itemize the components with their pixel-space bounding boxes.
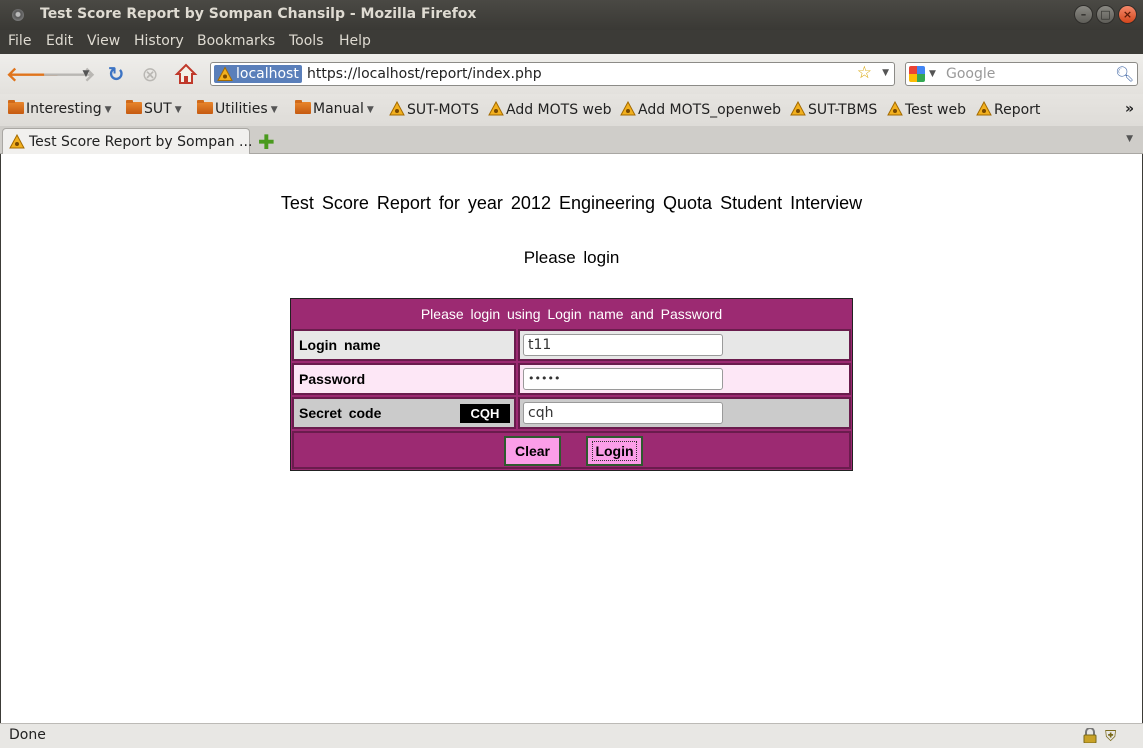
bookmark-star-icon[interactable]: ☆ (857, 63, 872, 83)
clear-button[interactable]: Clear (504, 436, 561, 466)
favicon-icon (9, 134, 25, 149)
login-button[interactable]: Login (586, 436, 643, 466)
stop-icon[interactable]: ⊗ (138, 62, 162, 86)
chevron-down-icon: ▼ (104, 105, 112, 115)
password-label: Password (292, 363, 516, 395)
form-button-row: Clear Login (292, 431, 851, 469)
chevron-down-icon: ▼ (366, 105, 374, 115)
bookmark-folder-manual[interactable]: Manual ▼ (295, 100, 374, 117)
search-engine-dropdown-icon[interactable]: ▼ (929, 69, 936, 79)
favicon-icon (790, 101, 806, 116)
search-bar[interactable]: ▼ Google 🔍︎ (905, 62, 1138, 86)
menu-edit[interactable]: Edit (46, 33, 73, 49)
secret-code-label-cell: Secret code CQH (292, 397, 516, 429)
secret-code-input[interactable]: cqh (523, 402, 723, 424)
page-title: Test Score Report for year 2012 Engineer… (280, 193, 863, 213)
favicon-icon (887, 101, 903, 116)
menu-bar: File Edit View History Bookmarks Tools H… (0, 30, 1143, 54)
history-dropdown-icon[interactable]: ▼ (74, 62, 98, 86)
bookmarks-overflow-icon[interactable]: » (1125, 101, 1134, 117)
favicon-icon (620, 101, 636, 116)
menu-view[interactable]: View (87, 33, 120, 49)
password-input[interactable]: ••••• (523, 368, 723, 390)
page-content: Test Score Report for year 2012 Engineer… (1, 154, 1142, 723)
site-identity-label: localhost (236, 66, 299, 82)
secret-code-label: Secret code (299, 405, 382, 421)
search-engine-icon[interactable] (909, 66, 925, 82)
bookmark-add-mots-openweb[interactable]: Add MOTS_openweb (620, 101, 781, 118)
window-menu-icon[interactable] (12, 9, 24, 21)
bookmark-folder-sut[interactable]: SUT ▼ (126, 100, 182, 117)
minimize-button[interactable]: – (1074, 5, 1093, 24)
close-button[interactable]: × (1118, 5, 1137, 24)
url-bar[interactable]: localhost https://localhost/report/index… (210, 62, 895, 86)
reload-icon[interactable]: ↻ (104, 62, 128, 86)
chevron-down-icon: ▼ (174, 105, 182, 115)
bookmark-folder-interesting[interactable]: Interesting ▼ (8, 100, 112, 117)
menu-history[interactable]: History (134, 33, 184, 49)
favicon-icon (976, 101, 992, 116)
folder-icon (126, 100, 142, 114)
login-form: Please login using Login name and Passwo… (290, 298, 853, 471)
folder-icon (197, 100, 213, 114)
tab-list-dropdown-icon[interactable]: ▼ (1126, 134, 1133, 144)
search-input[interactable]: Google (946, 66, 995, 82)
password-cell: ••••• (518, 363, 851, 395)
addon-shield-icon[interactable]: ⛨ (1105, 727, 1116, 745)
login-name-cell: t11 (518, 329, 851, 361)
favicon-icon (488, 101, 504, 116)
menu-help[interactable]: Help (339, 33, 371, 49)
tab-test-score-report[interactable]: Test Score Report by Sompan ... (2, 128, 253, 154)
folder-icon (295, 100, 311, 114)
favicon-icon (389, 101, 405, 116)
site-favicon-icon (217, 66, 233, 81)
status-text: Done (9, 727, 46, 743)
bookmark-folder-utilities[interactable]: Utilities ▼ (197, 100, 278, 117)
new-tab-plus-icon[interactable]: ✚ (258, 130, 275, 154)
url-dropdown-icon[interactable]: ▼ (882, 68, 889, 78)
forward-icon[interactable]: 🡒 (42, 62, 96, 86)
captcha-image: CQH (460, 404, 510, 423)
window-title: Test Score Report by Sompan Chansilp - M… (40, 6, 477, 22)
login-form-header: Please login using Login name and Passwo… (292, 300, 851, 327)
bookmarks-toolbar: Interesting ▼ SUT ▼ Utilities ▼ Manual ▼ SUT… (0, 94, 1143, 126)
tab-label: Test Score Report by Sompan ... (29, 134, 253, 150)
search-icon[interactable]: 🔍︎ (1115, 65, 1134, 83)
url-text[interactable]: https://localhost/report/index.php (307, 66, 542, 82)
navigation-toolbar: 🡐 🡒 ▼ ↻ ⊗ localhost https://localhost/re… (0, 54, 1143, 94)
login-name-input[interactable]: t11 (523, 334, 723, 356)
bookmark-sut-tbms[interactable]: SUT-TBMS (790, 101, 877, 118)
login-name-label: Login name (292, 329, 516, 361)
site-identity-button[interactable]: localhost (214, 65, 302, 83)
menu-file[interactable]: File (8, 33, 31, 49)
tab-strip: Test Score Report by Sompan ... ✚ ▼ (0, 126, 1143, 154)
status-bar: Done ⛨ (0, 723, 1143, 748)
bookmark-add-mots-web[interactable]: Add MOTS web (488, 101, 612, 118)
window-controls: – □ × (1074, 5, 1137, 24)
lock-icon[interactable] (1083, 728, 1097, 743)
login-button-label: Login (592, 441, 637, 461)
menu-tools[interactable]: Tools (289, 33, 324, 49)
maximize-button[interactable]: □ (1096, 5, 1115, 24)
login-prompt: Please login (523, 248, 620, 267)
bookmark-report[interactable]: Report (976, 101, 1040, 118)
menu-bookmarks[interactable]: Bookmarks (197, 33, 275, 49)
secret-code-cell: cqh (518, 397, 851, 429)
back-icon[interactable]: 🡐 (6, 62, 60, 86)
folder-icon (8, 100, 24, 114)
window-titlebar: Test Score Report by Sompan Chansilp - M… (0, 0, 1143, 30)
bookmark-sut-mots[interactable]: SUT-MOTS (389, 101, 479, 118)
home-icon[interactable] (174, 62, 198, 86)
bookmark-test-web[interactable]: Test web (887, 101, 966, 118)
chevron-down-icon: ▼ (270, 105, 278, 115)
